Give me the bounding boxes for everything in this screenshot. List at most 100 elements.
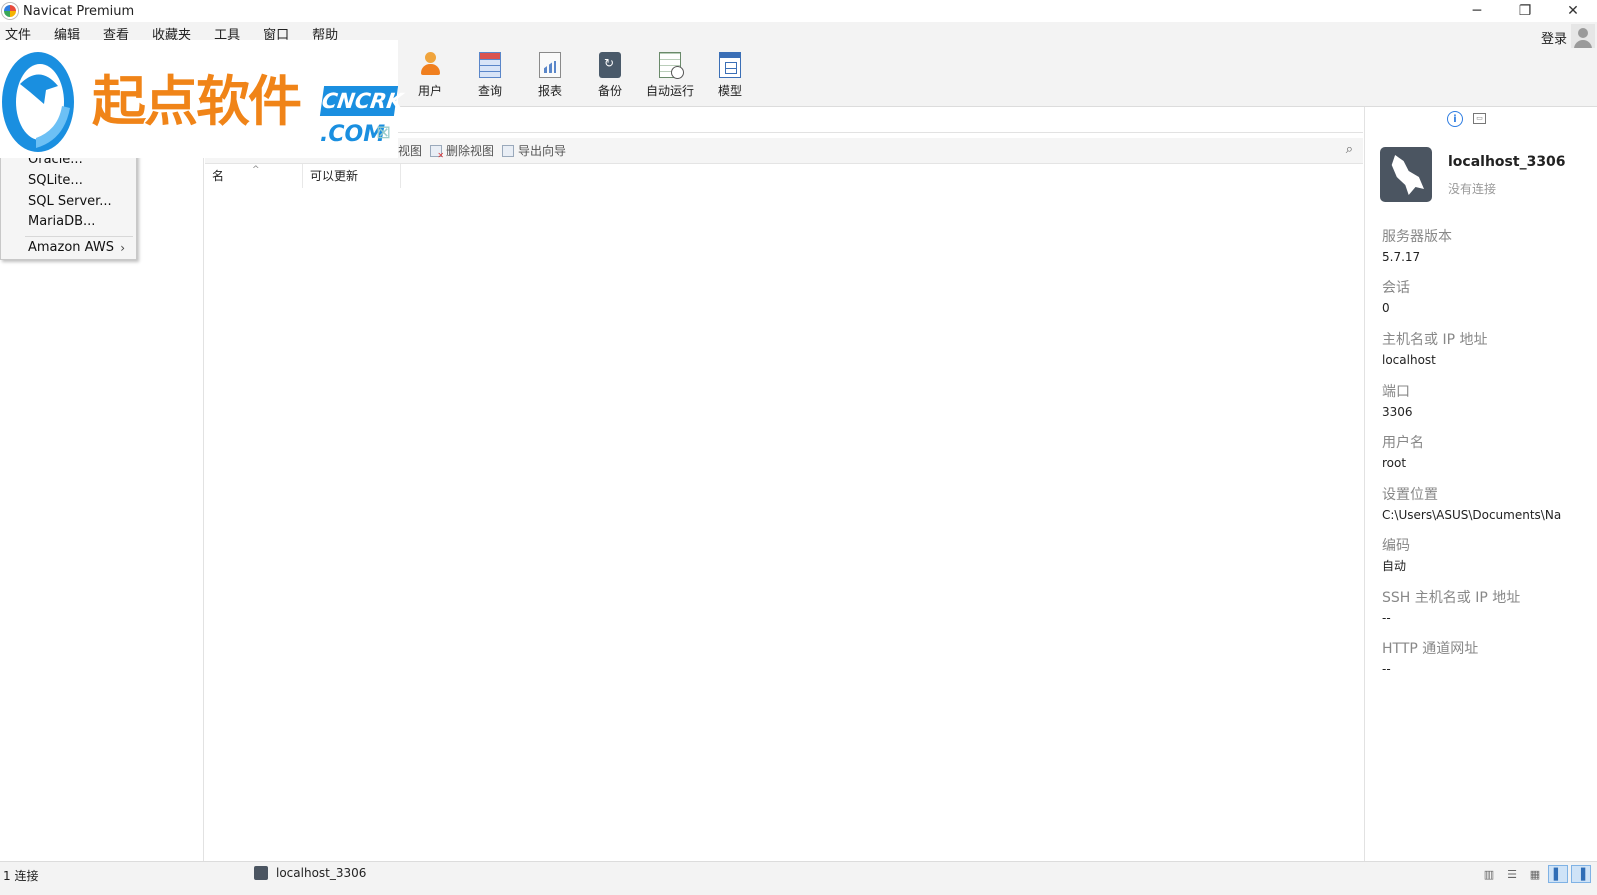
watermark-mark-icon: ⊠ <box>376 122 392 143</box>
toolbar-report-label: 报表 <box>537 84 562 98</box>
toolbar-query-button[interactable]: 查询 <box>460 52 520 104</box>
detail-view-icon[interactable]: ▦ <box>1525 865 1545 883</box>
field-ssh-host: SSH 主机名或 IP 地址 -- <box>1382 589 1592 627</box>
field-value: 3306 <box>1382 405 1413 419</box>
title-bar: Navicat Premium ─ ❐ ✕ <box>0 0 1597 22</box>
backup-icon <box>599 52 621 78</box>
user-icon <box>419 52 441 78</box>
field-value: 0 <box>1382 301 1390 315</box>
toolbar-backup-label: 备份 <box>597 84 622 98</box>
delete-view-icon <box>430 144 444 160</box>
new-connection-menu: Oracle... SQLite... SQL Server... MariaD… <box>0 150 137 260</box>
field-label: 用户名 <box>1382 435 1424 451</box>
field-label: 端口 <box>1382 384 1410 400</box>
connection-name: localhost_3306 <box>1448 154 1566 170</box>
restore-button[interactable]: ❐ <box>1501 0 1549 22</box>
search-icon[interactable]: ⌕ <box>1346 142 1353 157</box>
navicat-logo-icon <box>2 3 18 19</box>
toolbar-backup-button[interactable]: 备份 <box>580 52 640 104</box>
info-panel: i ▭ localhost_3306 没有连接 服务器版本 5.7.17 会话 … <box>1364 107 1597 861</box>
field-sessions: 会话 0 <box>1382 279 1592 317</box>
table-header: 名 ^ 可以更新 <box>205 164 401 188</box>
field-http-tunnel: HTTP 通道网址 -- <box>1382 640 1592 678</box>
field-value: 自动 <box>1382 559 1407 573</box>
toolbar-automation-button[interactable]: 自动运行 <box>640 52 700 104</box>
column-updatable-label: 可以更新 <box>310 169 359 183</box>
toolbar-user-label: 用户 <box>417 84 442 98</box>
info-tab-icon[interactable]: i <box>1447 111 1463 127</box>
avatar-icon[interactable] <box>1571 24 1595 48</box>
menu-item-amazon-aws[interactable]: Amazon AWS › <box>28 238 133 258</box>
field-label: 设置位置 <box>1382 487 1438 503</box>
minimize-button[interactable]: ─ <box>1453 0 1501 22</box>
connection-count: 1 连接 <box>3 869 39 883</box>
delete-view-label: 删除视图 <box>446 144 495 158</box>
field-value: 5.7.17 <box>1382 250 1421 264</box>
toolbar-report-button[interactable]: 报表 <box>520 52 580 104</box>
field-server-version: 服务器版本 5.7.17 <box>1382 228 1592 266</box>
submenu-arrow-icon: › <box>120 241 125 255</box>
info-panel-toggle-icon[interactable]: ▐ <box>1571 865 1591 883</box>
mysql-small-icon <box>254 866 268 880</box>
field-encoding: 编码 自动 <box>1382 537 1592 575</box>
export-wizard-label: 导出向导 <box>518 144 567 158</box>
view-action-label: 视图 <box>398 144 423 158</box>
sort-indicator-icon: ^ <box>252 165 260 175</box>
sidebar-toggle-icon[interactable]: ▌ <box>1548 865 1568 883</box>
watermark-swirl-icon <box>2 52 74 152</box>
list-view-icon[interactable]: ☰ <box>1502 865 1522 883</box>
field-label: SSH 主机名或 IP 地址 <box>1382 590 1521 606</box>
column-header-name[interactable]: 名 ^ <box>205 164 303 188</box>
close-button[interactable]: ✕ <box>1549 0 1597 22</box>
toolbar-user-button[interactable]: 用户 <box>400 52 460 104</box>
field-port: 端口 3306 <box>1382 383 1592 421</box>
grid-view-icon[interactable]: ▥ <box>1479 865 1499 883</box>
toolbar-query-label: 查询 <box>477 84 502 98</box>
field-username: 用户名 root <box>1382 434 1592 472</box>
watermark-en-top: CNCRK <box>319 86 405 116</box>
view-mode-switcher: ▥ ☰ ▦ ▌ ▐ <box>1476 865 1591 883</box>
current-connection: localhost_3306 <box>254 866 366 880</box>
field-value: root <box>1382 456 1407 470</box>
toolbar-model-label: 模型 <box>717 84 742 98</box>
login-link[interactable]: 登录 <box>1541 28 1567 47</box>
status-bar: 1 连接 localhost_3306 ▥ ☰ ▦ ▌ ▐ <box>0 861 1597 895</box>
query-icon <box>479 52 501 78</box>
field-value: C:\Users\ASUS\Documents\Na <box>1382 508 1562 522</box>
menu-item-sqlite[interactable]: SQLite... <box>28 171 133 191</box>
field-value: -- <box>1382 611 1391 625</box>
menu-item-sqlserver[interactable]: SQL Server... <box>28 192 133 212</box>
main-toolbar: 用户 查询 报表 备份 自动运行 模型 <box>400 52 760 104</box>
view-action-button[interactable]: 视图 <box>398 142 422 159</box>
field-label: 会话 <box>1382 280 1410 296</box>
watermark-logo: 起点软件 CNCRK .COM ⊠ <box>0 40 405 158</box>
column-header-updatable[interactable]: 可以更新 <box>303 164 401 188</box>
export-wizard-icon <box>502 144 515 157</box>
current-connection-label: localhost_3306 <box>276 866 367 880</box>
toolbar-automation-label: 自动运行 <box>645 84 694 98</box>
menu-item-mariadb[interactable]: MariaDB... <box>28 212 133 232</box>
model-icon <box>719 52 741 78</box>
info-panel-tabs: i ▭ <box>1447 111 1496 127</box>
ddl-tab-icon[interactable]: ▭ <box>1473 113 1486 124</box>
field-label: 服务器版本 <box>1382 229 1452 245</box>
menu-item-amazon-aws-label: Amazon AWS <box>28 240 114 255</box>
field-settings-location: 设置位置 C:\Users\ASUS\Documents\Na <box>1382 486 1592 524</box>
delete-view-button[interactable]: 删除视图 <box>430 142 495 160</box>
field-host: 主机名或 IP 地址 localhost <box>1382 331 1592 369</box>
connection-status: 没有连接 <box>1448 182 1497 196</box>
toolbar-model-button[interactable]: 模型 <box>700 52 760 104</box>
export-wizard-button[interactable]: 导出向导 <box>502 142 566 159</box>
field-value: -- <box>1382 662 1391 676</box>
field-label: HTTP 通道网址 <box>1382 641 1479 657</box>
watermark-cn-text: 起点软件 <box>92 69 302 133</box>
field-label: 主机名或 IP 地址 <box>1382 332 1488 348</box>
column-name-label: 名 <box>212 169 225 183</box>
field-label: 编码 <box>1382 538 1410 554</box>
report-icon <box>539 52 561 78</box>
menu-separator <box>25 236 133 237</box>
field-value: localhost <box>1382 353 1436 367</box>
automation-icon <box>659 52 684 79</box>
object-list-area[interactable] <box>205 188 1363 861</box>
mysql-connection-icon <box>1380 147 1432 202</box>
